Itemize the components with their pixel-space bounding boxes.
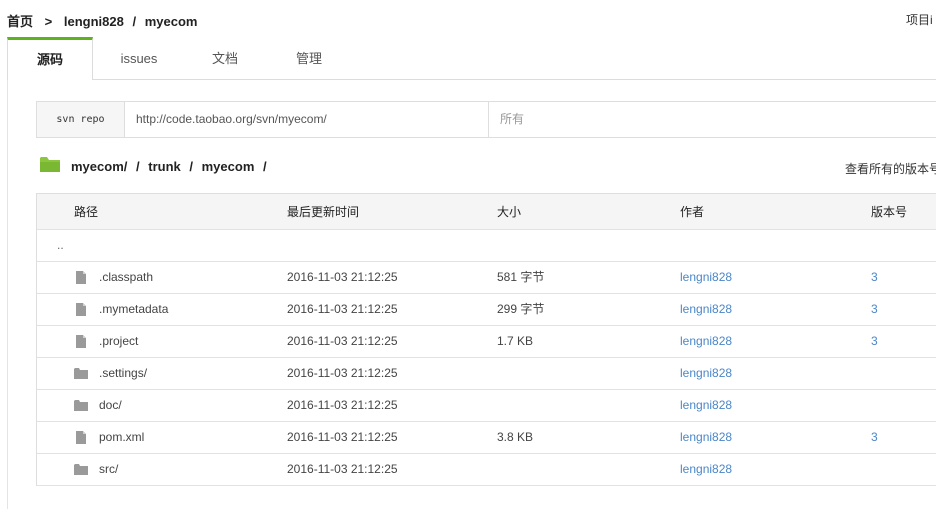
content-left-border — [7, 80, 8, 509]
file-size: 3.8 KB — [497, 430, 534, 444]
breadcrumb: 首页 > lengni828 / myecom — [7, 11, 197, 30]
breadcrumb-home-link[interactable]: 首页 — [7, 11, 33, 30]
author-link[interactable]: lengni828 — [680, 358, 732, 389]
tab-issues[interactable]: issues — [93, 37, 185, 79]
folder-name-link[interactable]: src/ — [99, 454, 118, 485]
file-time: 2016-11-03 21:12:25 — [287, 270, 398, 284]
file-icon — [76, 303, 86, 316]
svn-scope-field[interactable]: 所有 — [490, 102, 936, 137]
breadcrumb-slash: / — [132, 14, 137, 29]
file-icon — [76, 335, 86, 348]
file-icon — [76, 431, 86, 444]
file-time: 2016-11-03 21:12:25 — [287, 462, 398, 476]
file-time: 2016-11-03 21:12:25 — [287, 334, 398, 348]
file-time: 2016-11-03 21:12:25 — [287, 430, 398, 444]
current-path: myecom/ / trunk / myecom / — [71, 159, 272, 174]
header-size: 大小 — [497, 205, 522, 219]
file-name-link[interactable]: pom.xml — [99, 422, 144, 453]
view-all-versions-link[interactable]: 查看所有的版本号 — [845, 160, 936, 177]
author-link[interactable]: lengni828 — [680, 262, 732, 293]
breadcrumb-owner-link[interactable]: lengni828 — [64, 14, 124, 29]
path-segment-myecom[interactable]: myecom — [202, 159, 255, 174]
path-separator: / — [263, 159, 267, 174]
file-time: 2016-11-03 21:12:25 — [287, 302, 398, 316]
file-name-link[interactable]: .classpath — [99, 262, 153, 293]
author-link[interactable]: lengni828 — [680, 454, 732, 485]
file-time: 2016-11-03 21:12:25 — [287, 366, 398, 380]
table-row: .project 2016-11-03 21:12:25 1.7 KB leng… — [37, 326, 936, 358]
path-segment-trunk[interactable]: trunk — [148, 159, 181, 174]
author-link[interactable]: lengni828 — [680, 390, 732, 421]
table-header: 路径 最后更新时间 大小 作者 版本号 — [37, 194, 936, 230]
file-name-link[interactable]: .mymetadata — [99, 294, 168, 325]
svn-repo-box: svn repo http://code.taobao.org/svn/myec… — [36, 101, 936, 138]
table-row: pom.xml 2016-11-03 21:12:25 3.8 KB lengn… — [37, 422, 936, 454]
tab-source[interactable]: 源码 — [7, 37, 93, 80]
svn-url-field[interactable]: http://code.taobao.org/svn/myecom/ — [125, 102, 489, 137]
table-row: .classpath 2016-11-03 21:12:25 581 字节 le… — [37, 262, 936, 294]
author-link[interactable]: lengni828 — [680, 422, 732, 453]
file-time: 2016-11-03 21:12:25 — [287, 398, 398, 412]
header-path: 路径 — [74, 205, 99, 219]
top-bar: 首页 > lengni828 / myecom 项目i — [0, 0, 936, 38]
author-link[interactable]: lengni828 — [680, 294, 732, 325]
path-bar: myecom/ / trunk / myecom / 查看所有的版本号 — [36, 150, 936, 182]
author-link[interactable]: lengni828 — [680, 326, 732, 357]
revision-link[interactable]: 3 — [871, 262, 878, 293]
folder-name-link[interactable]: doc/ — [99, 390, 122, 421]
path-separator: / — [189, 159, 193, 174]
path-separator: / — [136, 159, 140, 174]
file-size: 299 字节 — [497, 302, 545, 316]
header-time: 最后更新时间 — [287, 205, 360, 219]
table-row: doc/ 2016-11-03 21:12:25 lengni828 — [37, 390, 936, 422]
header-revision: 版本号 — [871, 205, 908, 219]
tab-bar: 源码 issues 文档 管理 — [7, 37, 936, 80]
breadcrumb-separator: > — [44, 14, 53, 29]
folder-icon — [74, 400, 88, 411]
tab-manage[interactable]: 管理 — [271, 37, 347, 79]
folder-name-link[interactable]: .settings/ — [99, 358, 147, 389]
parent-dir-link[interactable]: .. — [57, 230, 64, 261]
svn-repo-label: svn repo — [37, 102, 125, 137]
revision-link[interactable]: 3 — [871, 422, 878, 453]
table-row: .settings/ 2016-11-03 21:12:25 lengni828 — [37, 358, 936, 390]
folder-icon — [74, 368, 88, 379]
breadcrumb-repo-link[interactable]: myecom — [145, 14, 198, 29]
table-row: src/ 2016-11-03 21:12:25 lengni828 — [37, 454, 936, 486]
open-folder-icon — [40, 157, 60, 172]
project-info-link[interactable]: 项目i — [906, 11, 933, 28]
tab-docs[interactable]: 文档 — [187, 37, 263, 79]
file-name-link[interactable]: .project — [99, 326, 138, 357]
table-row-parent[interactable]: .. — [37, 230, 936, 262]
revision-link[interactable]: 3 — [871, 294, 878, 325]
folder-icon — [74, 464, 88, 475]
file-size: 1.7 KB — [497, 334, 534, 348]
header-author: 作者 — [680, 205, 705, 219]
table-row: .mymetadata 2016-11-03 21:12:25 299 字节 l… — [37, 294, 936, 326]
path-segment-root[interactable]: myecom/ — [71, 159, 127, 174]
file-table: 路径 最后更新时间 大小 作者 版本号 .. .classpath 2016-1… — [36, 193, 936, 486]
file-size: 581 字节 — [497, 270, 545, 284]
file-icon — [76, 271, 86, 284]
revision-link[interactable]: 3 — [871, 326, 878, 357]
